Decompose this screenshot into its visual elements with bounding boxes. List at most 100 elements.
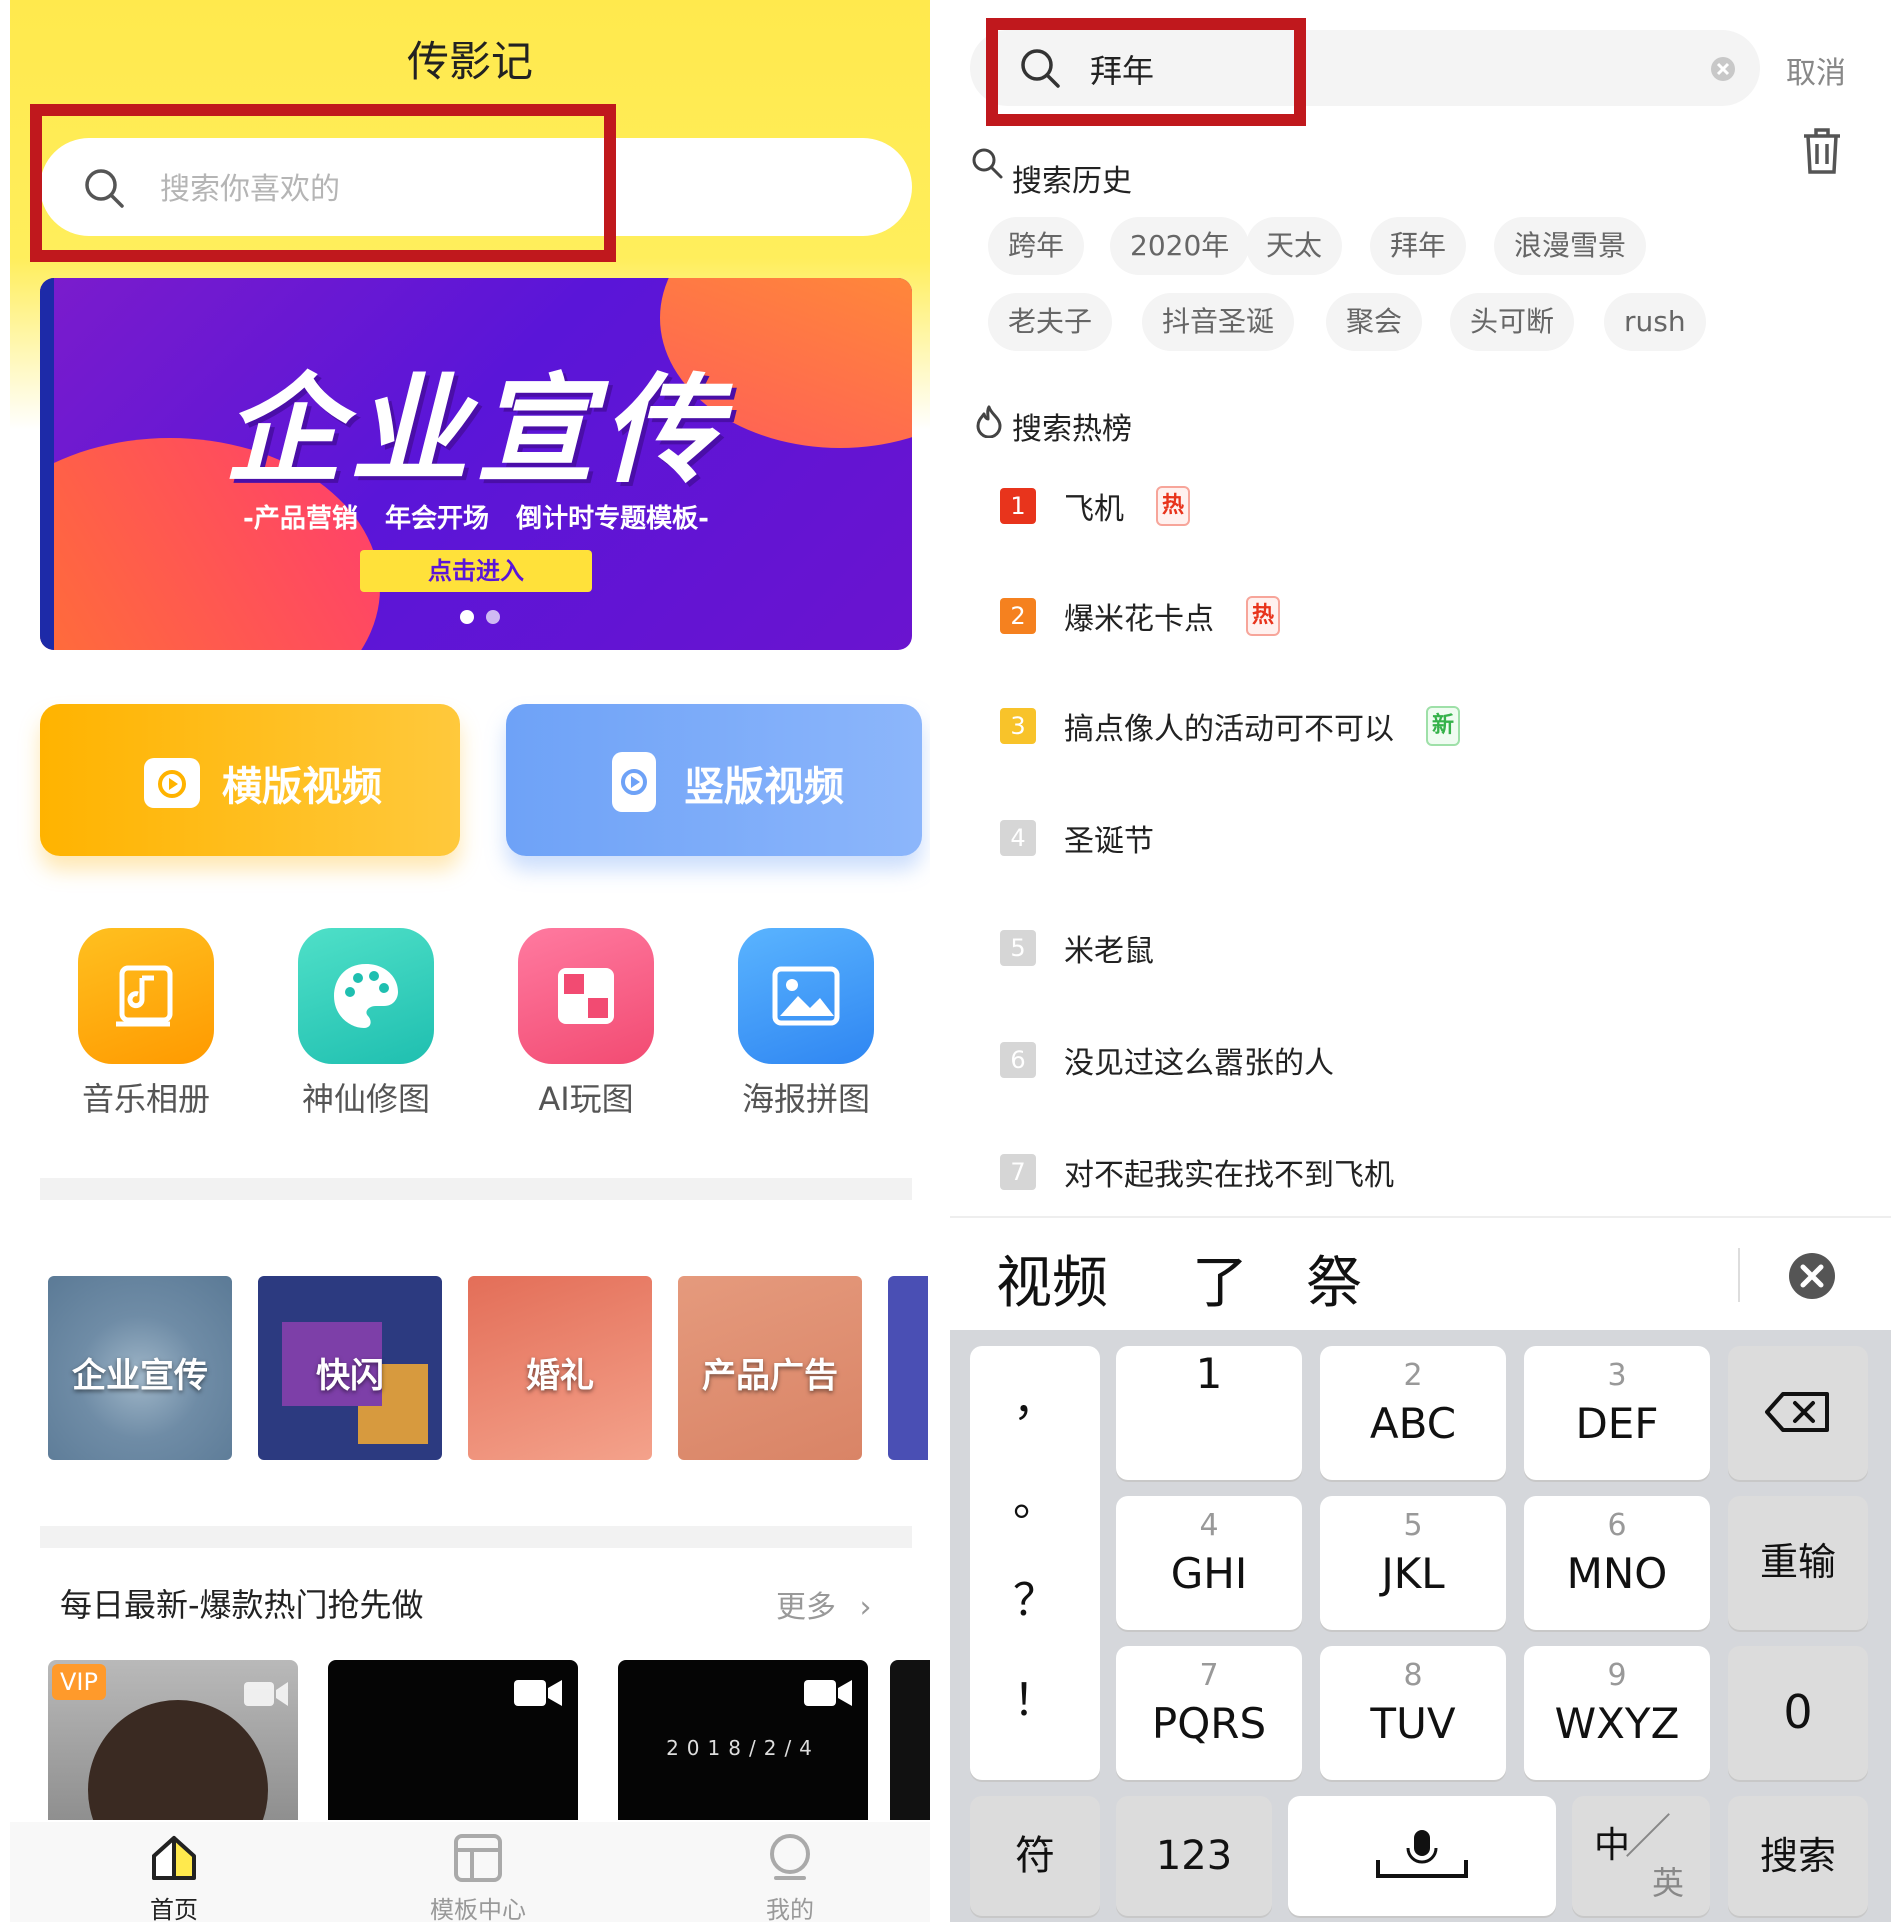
left-phone-screen: 传影记 搜索你喜欢的 企业宣传 -产品营销 年会开场 倒计时专题模板- 点击进入… (10, 0, 930, 1922)
hot-item-text: 搞点像人的活动可不可以 (1064, 712, 1394, 747)
video-card-partial[interactable] (890, 1660, 930, 1820)
hot-item-text: 圣诞节 (1064, 824, 1154, 859)
history-tag[interactable]: 浪漫雪景 (1494, 217, 1647, 275)
poster-collage-button[interactable] (738, 928, 874, 1064)
more-label: 更多 (776, 1590, 836, 1625)
backspace-key[interactable] (1728, 1346, 1868, 1480)
more-link[interactable]: 更多 › (776, 1582, 872, 1626)
hot-item[interactable]: 5 米老鼠 (1000, 926, 1154, 970)
history-tag[interactable]: 聚会 (1326, 293, 1423, 351)
history-tag[interactable]: 2020年 (1110, 217, 1250, 275)
language-switch-key[interactable]: 中 英 (1572, 1796, 1710, 1916)
section-divider (40, 1178, 912, 1200)
video-play-icon (144, 758, 200, 808)
hot-item-text: 对不起我实在找不到飞机 (1064, 1158, 1394, 1193)
video-card-1[interactable]: VIP (48, 1660, 298, 1820)
key-6[interactable]: 6 MNO (1524, 1496, 1710, 1630)
space-key[interactable] (1288, 1796, 1556, 1916)
clear-icon[interactable] (1710, 56, 1736, 82)
rank-badge: 1 (1000, 488, 1036, 524)
ai-play-button[interactable] (518, 928, 654, 1064)
candidate-word[interactable]: 视频 (996, 1238, 1108, 1319)
photo-edit-label: 神仙修图 (301, 1080, 430, 1118)
photo-edit-button[interactable] (298, 928, 434, 1064)
key-3[interactable]: 3 DEF (1524, 1346, 1710, 1480)
reenter-key[interactable]: 重输 (1728, 1496, 1868, 1630)
horizontal-video-button[interactable]: 横版视频 (40, 704, 460, 856)
tab-template-center[interactable]: 模板中心 (408, 1832, 548, 1922)
vertical-video-button[interactable]: 竖版视频 (506, 704, 922, 856)
punct-comma[interactable]: ， (970, 1364, 1100, 1464)
history-tag[interactable]: 天太 (1246, 217, 1343, 275)
video-card-3[interactable]: 2018/2/4 (618, 1660, 868, 1820)
punct-exclaim[interactable]: ！ (970, 1664, 1100, 1764)
trash-icon[interactable] (1800, 126, 1844, 176)
hot-badge: 热 (1246, 596, 1281, 636)
flame-icon (976, 405, 1002, 438)
tab-mine-label: 我的 (766, 1896, 814, 1922)
key-8[interactable]: 8 TUV (1320, 1646, 1506, 1780)
tab-home[interactable]: 首页 (104, 1832, 244, 1922)
hot-item[interactable]: 6 没见过这么嚣张的人 (1000, 1038, 1334, 1082)
horizontal-video-label: 横版视频 (222, 764, 382, 810)
key-9[interactable]: 9 WXYZ (1524, 1646, 1710, 1780)
music-album-label: 音乐相册 (81, 1080, 210, 1118)
microphone-icon (1376, 1830, 1468, 1878)
tab-mine[interactable]: 我的 (720, 1832, 860, 1922)
tab-template-center-label: 模板中心 (430, 1896, 526, 1922)
category-card-flash[interactable]: 快闪 (258, 1276, 442, 1460)
number-mode-key[interactable]: 123 (1116, 1796, 1272, 1916)
history-tag[interactable]: 抖音圣诞 (1142, 293, 1295, 351)
symbol-key[interactable]: 符 (970, 1796, 1100, 1916)
rank-badge: 6 (1000, 1042, 1036, 1078)
hot-item[interactable]: 3 搞点像人的活动可不可以 新 (1000, 704, 1461, 748)
history-tag[interactable]: 老夫子 (988, 293, 1113, 351)
key-1[interactable]: 1 (1116, 1346, 1302, 1480)
key-0[interactable]: 0 (1728, 1646, 1868, 1780)
close-icon[interactable] (1788, 1252, 1836, 1300)
hot-item[interactable]: 7 对不起我实在找不到飞机 (1000, 1150, 1394, 1194)
music-album-icon (116, 965, 173, 1027)
hot-item[interactable]: 2 爆米花卡点 热 (1000, 594, 1281, 638)
key-2[interactable]: 2 ABC (1320, 1346, 1506, 1480)
hot-item[interactable]: 1 飞机 热 (1000, 484, 1191, 528)
hot-item-text: 爆米花卡点 (1064, 602, 1214, 637)
lang-en-label: 英 (1652, 1864, 1685, 1902)
banner-dot-1 (460, 610, 474, 624)
section-divider (40, 1526, 912, 1548)
category-card-partial[interactable] (888, 1276, 928, 1460)
cancel-button[interactable]: 取消 (1786, 48, 1846, 92)
candidate-word[interactable]: 了 (1192, 1238, 1248, 1319)
key-7[interactable]: 7 PQRS (1116, 1646, 1302, 1780)
history-tag[interactable]: 头可断 (1450, 293, 1575, 351)
key-5[interactable]: 5 JKL (1320, 1496, 1506, 1630)
hot-item[interactable]: 4 圣诞节 (1000, 816, 1154, 860)
banner-dot-2 (486, 610, 500, 624)
punctuation-column[interactable]: ， 。 ？ ！ (970, 1346, 1100, 1780)
key-4[interactable]: 4 GHI (1116, 1496, 1302, 1630)
category-label: 婚礼 (526, 1356, 594, 1396)
history-tag[interactable]: 跨年 (988, 217, 1085, 275)
rank-badge: 7 (1000, 1154, 1036, 1190)
category-card-product-ad[interactable]: 产品广告 (678, 1276, 862, 1460)
tab-bar: 首页 模板中心 我的 (10, 1822, 930, 1922)
app-title: 传影记 (406, 37, 533, 86)
category-card-wedding[interactable]: 婚礼 (468, 1276, 652, 1460)
banner-cta[interactable]: 点击进入 (360, 550, 592, 592)
punct-question[interactable]: ？ (970, 1564, 1100, 1664)
music-album-button[interactable] (78, 928, 214, 1064)
video-camera-icon (514, 1680, 562, 1706)
promo-banner[interactable]: 企业宣传 -产品营销 年会开场 倒计时专题模板- 点击进入 (40, 278, 912, 650)
hot-item-text: 米老鼠 (1064, 934, 1154, 969)
video-camera-icon (804, 1680, 852, 1706)
chevron-right-icon: › (859, 1590, 872, 1625)
category-card-enterprise[interactable]: 企业宣传 (48, 1276, 232, 1460)
new-badge: 新 (1426, 706, 1461, 746)
video-card-2[interactable] (328, 1660, 578, 1820)
history-tag[interactable]: rush (1604, 293, 1706, 351)
search-key[interactable]: 搜索 (1728, 1796, 1868, 1916)
candidate-word[interactable]: 祭 (1306, 1238, 1362, 1319)
punct-period[interactable]: 。 (970, 1464, 1100, 1564)
history-tag[interactable]: 拜年 (1370, 217, 1467, 275)
rank-badge: 2 (1000, 598, 1036, 634)
